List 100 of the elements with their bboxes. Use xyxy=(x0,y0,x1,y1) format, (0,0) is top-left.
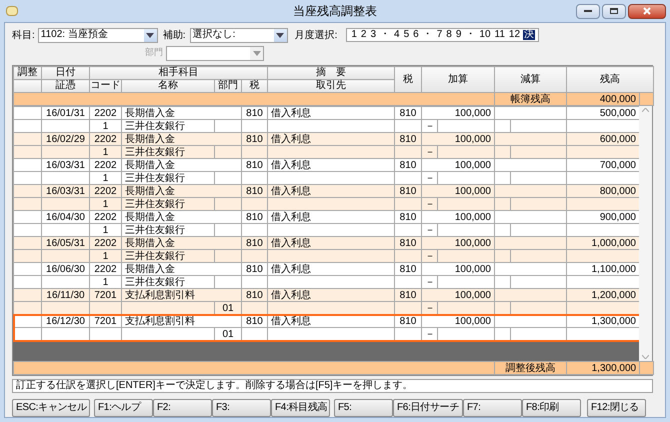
function-key-button[interactable]: F7: xyxy=(463,399,522,417)
journal-entry[interactable]: 16/12/30 7201 支払利息割引料 810 借入利息 810 100,000 1,300,000 01 － xyxy=(14,314,640,340)
table-cell: 16/01/31 xyxy=(42,106,90,120)
month-option[interactable]: 8 xyxy=(445,30,453,40)
close-icon xyxy=(643,7,651,15)
table-cell: 借入利息 xyxy=(268,132,394,146)
table-cell: 810 xyxy=(394,288,422,302)
table-cell: 810 xyxy=(242,210,268,224)
table-cell: 100,000 xyxy=(422,262,494,276)
function-key-button[interactable]: F12:閉じる xyxy=(587,399,646,417)
column-header: 加算 xyxy=(422,66,494,92)
journal-entry[interactable]: 16/03/31 2202 長期借入金 810 借入利息 810 100,000 700,000 1 三井住友銀行 － xyxy=(14,158,640,184)
column-header: 名称 xyxy=(122,80,214,92)
close-button[interactable] xyxy=(628,4,666,18)
table-cell: 810 xyxy=(242,158,268,172)
dropdown[interactable]: 1102: 当座預金 xyxy=(38,28,158,42)
function-key-button[interactable]: F6:日付サーチ xyxy=(393,399,463,417)
month-option[interactable]: 4 xyxy=(393,30,401,40)
function-key-button[interactable]: F3: xyxy=(212,399,271,417)
table-cell: 100,000 xyxy=(422,288,494,302)
function-key-button[interactable]: F5: xyxy=(334,399,393,417)
table-cell: 16/06/30 xyxy=(42,262,90,276)
table-cell: 借入利息 xyxy=(268,314,394,328)
summary-value: 1,300,000 xyxy=(566,362,640,374)
table-cell: 16/03/31 xyxy=(42,158,90,172)
month-option[interactable]: 10 xyxy=(478,30,492,40)
table-cell: 810 xyxy=(394,132,422,146)
scroll-down-icon[interactable] xyxy=(642,355,649,359)
table-cell: 借入利息 xyxy=(268,210,394,224)
month-option[interactable]: 3 xyxy=(369,30,378,40)
table-cell: 100,000 xyxy=(422,132,494,146)
field-label: 科目: xyxy=(12,28,35,42)
window-title: 当座残高調整表 xyxy=(293,3,377,20)
month-option[interactable]: 5 xyxy=(402,30,410,40)
table-cell: 100,000 xyxy=(422,184,494,198)
month-option[interactable]: ・ xyxy=(379,30,392,40)
table-cell: 借入利息 xyxy=(268,288,394,302)
column-header: 証憑 xyxy=(42,80,90,92)
table-cell: 2202 xyxy=(90,210,122,224)
table-cell: 100,000 xyxy=(422,236,494,250)
journal-entry[interactable]: 16/06/30 2202 長期借入金 810 借入利息 810 100,000 1,100,000 1 三井住友銀行 － xyxy=(14,262,640,288)
journal-entry[interactable]: 16/04/30 2202 長期借入金 810 借入利息 810 100,000 900,000 1 三井住友銀行 － xyxy=(14,210,640,236)
table-cell: 2202 xyxy=(90,132,122,146)
journal-entry[interactable]: 16/11/30 7201 支払利息割引料 810 借入利息 810 100,000 1,200,000 01 － xyxy=(14,288,640,314)
table-cell: 810 xyxy=(242,288,268,302)
table-cell: 2202 xyxy=(90,158,122,172)
table-cell: 810 xyxy=(242,106,268,120)
table-cell: 借入利息 xyxy=(268,236,394,250)
maximize-button[interactable] xyxy=(602,4,626,18)
month-option[interactable]: ・ xyxy=(464,30,476,40)
function-key-button[interactable]: F4:科目残高 xyxy=(271,399,330,417)
month-option[interactable]: 9 xyxy=(454,30,462,40)
table-cell: 810 xyxy=(242,132,268,146)
table-cell: 長期借入金 xyxy=(122,106,242,120)
function-key-button[interactable]: F1:ヘルプ xyxy=(94,399,153,417)
column-header: 調整 xyxy=(14,66,42,80)
month-option[interactable]: 6 xyxy=(412,30,420,40)
month-option[interactable]: 12 xyxy=(508,30,522,40)
table-cell: 100,000 xyxy=(422,314,494,328)
function-key-button[interactable]: F2: xyxy=(153,399,212,417)
table-cell: 借入利息 xyxy=(268,158,394,172)
month-option[interactable]: 2 xyxy=(360,30,368,40)
table-cell: 支払利息割引料 xyxy=(122,314,242,328)
table-cell: 借入利息 xyxy=(268,262,394,276)
month-option[interactable]: 1 xyxy=(350,30,358,40)
table-cell: 810 xyxy=(242,236,268,250)
journal-entry[interactable]: 16/02/29 2202 長期借入金 810 借入利息 810 100,000 600,000 1 三井住友銀行 － xyxy=(14,132,640,158)
function-key-button[interactable]: ESC:キャンセル xyxy=(12,399,90,417)
minimize-button[interactable] xyxy=(576,4,600,18)
dropdown[interactable]: 選択なし: xyxy=(190,28,288,42)
table-cell: 長期借入金 xyxy=(122,132,242,146)
month-option[interactable]: ・ xyxy=(422,30,434,40)
column-header: 取引先 xyxy=(268,80,394,92)
scroll-up-icon[interactable] xyxy=(642,108,649,112)
column-header: 摘 要 xyxy=(268,66,394,80)
table-cell: 2202 xyxy=(90,236,122,250)
table-cell: 810 xyxy=(394,262,422,276)
field-label: 月度選択: xyxy=(294,28,338,42)
table-cell: 100,000 xyxy=(422,158,494,172)
summary-value: 400,000 xyxy=(566,92,640,106)
dropdown[interactable] xyxy=(166,46,264,60)
journal-entry[interactable]: 16/05/31 2202 長期借入金 810 借入利息 810 100,000 1,000,000 1 三井住友銀行 － xyxy=(14,236,640,262)
status-message: 訂正する仕訳を選択し[ENTER]キーで決定します。削除する場合は[F5]キーを押します。 xyxy=(12,379,653,393)
month-option[interactable]: 7 xyxy=(436,30,444,40)
table-cell: 810 xyxy=(394,184,422,198)
function-key-button[interactable]: F8:印刷 xyxy=(522,399,581,417)
summary-label: 帳簿残高 xyxy=(494,92,566,106)
journal-entry[interactable]: 16/03/31 2202 長期借入金 810 借入利息 810 100,000 800,000 1 三井住友銀行 － xyxy=(14,184,640,210)
scrollbar[interactable] xyxy=(639,106,652,361)
table-cell: 2202 xyxy=(90,262,122,276)
month-option[interactable]: 11 xyxy=(494,30,506,40)
column-header: 税 xyxy=(394,66,422,92)
table-cell: 16/03/31 xyxy=(42,184,90,198)
field-label: 部門 xyxy=(145,46,163,60)
journal-entry[interactable]: 16/01/31 2202 長期借入金 810 借入利息 810 100,000 500,000 1 三井住友銀行 － xyxy=(14,106,640,132)
table-cell: 16/02/29 xyxy=(42,132,90,146)
table-cell: 長期借入金 xyxy=(122,158,242,172)
table-cell: 100,000 xyxy=(422,106,494,120)
table-cell: 16/11/30 xyxy=(42,288,90,302)
table-cell: 支払利息割引料 xyxy=(122,288,242,302)
